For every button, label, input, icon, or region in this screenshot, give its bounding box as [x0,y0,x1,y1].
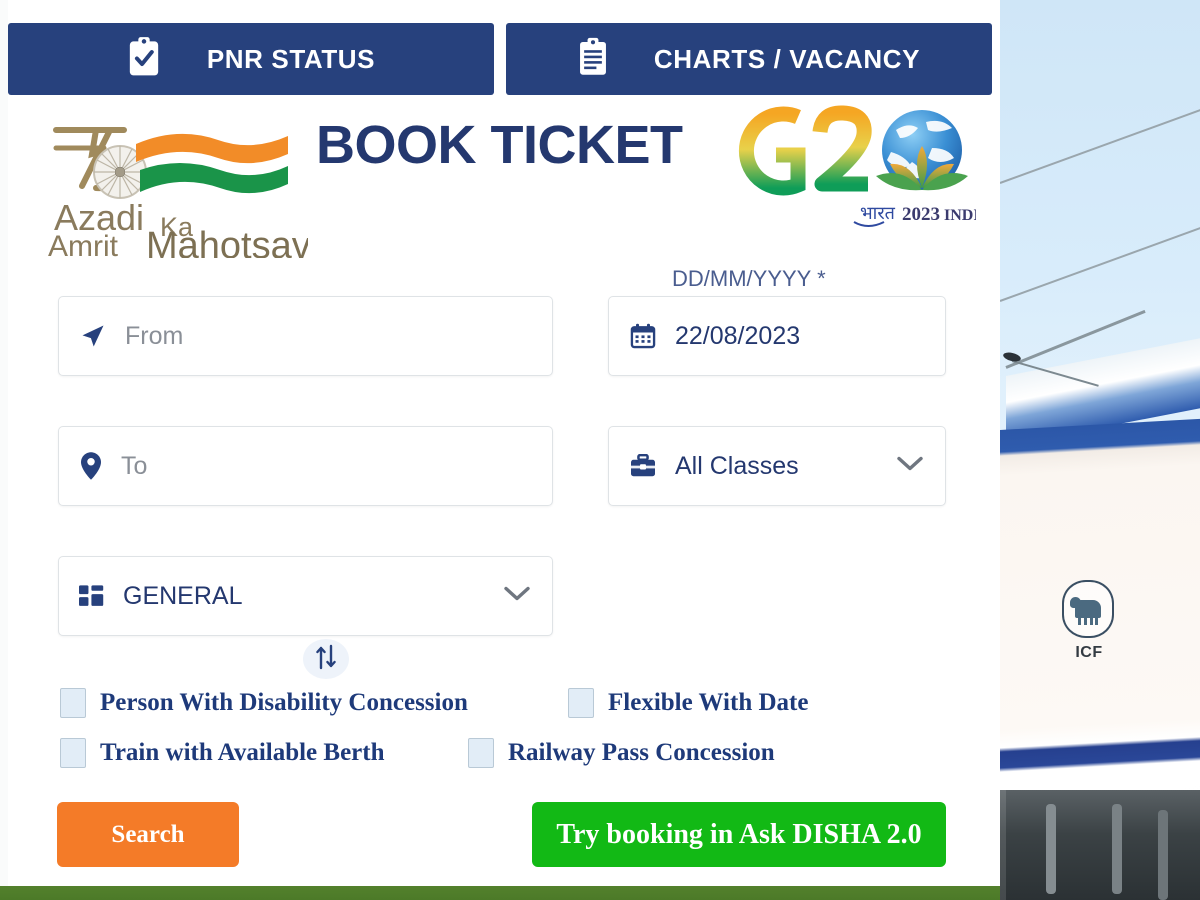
svg-text:भारत: भारत [860,203,896,223]
clipboard-check-icon [127,36,161,82]
travel-class-select[interactable]: All Classes [608,426,946,506]
checkbox-railway-pass-concession[interactable]: Railway Pass Concession [468,738,775,768]
swap-vertical-icon [314,644,338,675]
checkbox-label: Flexible With Date [608,689,809,716]
clipboard-list-icon [578,37,608,82]
quota-select[interactable]: GENERAL [58,556,553,636]
checkbox-box[interactable] [60,688,86,718]
journey-date-input[interactable]: 22/08/2023 [608,296,946,376]
card-header: Azadi Ka Amrit Mahotsav BOOK TICKET भारत… [0,100,1000,267]
checkbox-label: Person With Disability Concession [100,689,468,716]
search-button[interactable]: Search [57,802,239,867]
checkbox-box[interactable] [568,688,594,718]
tab-pnr-status[interactable]: PNR STATUS [8,23,494,95]
icf-emblem-icon [1062,580,1114,638]
checkbox-person-with-disability-concession[interactable]: Person With Disability Concession [60,688,468,718]
to-station-input[interactable]: To [58,426,553,506]
svg-text:Amrit: Amrit [48,230,119,258]
svg-text:2023: 2023 [902,204,940,225]
icf-marking-text: ICF [1075,644,1103,661]
quota-value: GENERAL [123,581,243,610]
tab-charts-vacancy[interactable]: CHARTS / VACANCY [506,23,992,95]
navigate-arrow-icon [79,322,107,350]
ask-disha-button[interactable]: Try booking in Ask DISHA 2.0 [532,802,946,867]
chevron-down-icon [502,584,532,609]
from-station-input[interactable]: From [58,296,553,376]
travel-class-value: All Classes [675,451,799,480]
checkbox-train-with-available-berth[interactable]: Train with Available Berth [60,738,385,768]
calendar-icon [629,322,657,350]
tab-pnr-status-label: PNR STATUS [206,43,376,74]
svg-text:Mahotsav: Mahotsav [146,225,308,258]
checkbox-label: Railway Pass Concession [508,739,775,766]
briefcase-icon [629,454,657,478]
top-tab-bar: PNR STATUS CHARTS / VACANCY [8,23,992,95]
journey-date-value: 22/08/2023 [675,321,801,350]
grid-squares-icon [79,584,105,608]
to-station-placeholder: To [121,451,148,480]
azadi-ka-amrit-mahotsav-logo: Azadi Ka Amrit Mahotsav [38,108,311,267]
tab-charts-vacancy-label: CHARTS / VACANCY [653,43,921,74]
swap-stations-button[interactable] [303,639,349,679]
checkbox-flexible-with-date[interactable]: Flexible With Date [568,688,808,718]
svg-text:INDIA: INDIA [944,207,976,224]
from-station-placeholder: From [125,321,184,350]
date-format-label: DD/MM/YYYY * [672,266,826,291]
chevron-down-icon [895,454,925,479]
page-title: BOOK TICKET [316,115,683,175]
train-undercarriage [1000,790,1200,900]
checkbox-label: Train with Available Berth [100,739,385,766]
checkbox-box[interactable] [60,738,86,768]
checkbox-box[interactable] [468,738,494,768]
location-pin-icon [79,451,103,481]
g20-india-2023-logo: भारत 2023 INDIA [726,100,992,235]
